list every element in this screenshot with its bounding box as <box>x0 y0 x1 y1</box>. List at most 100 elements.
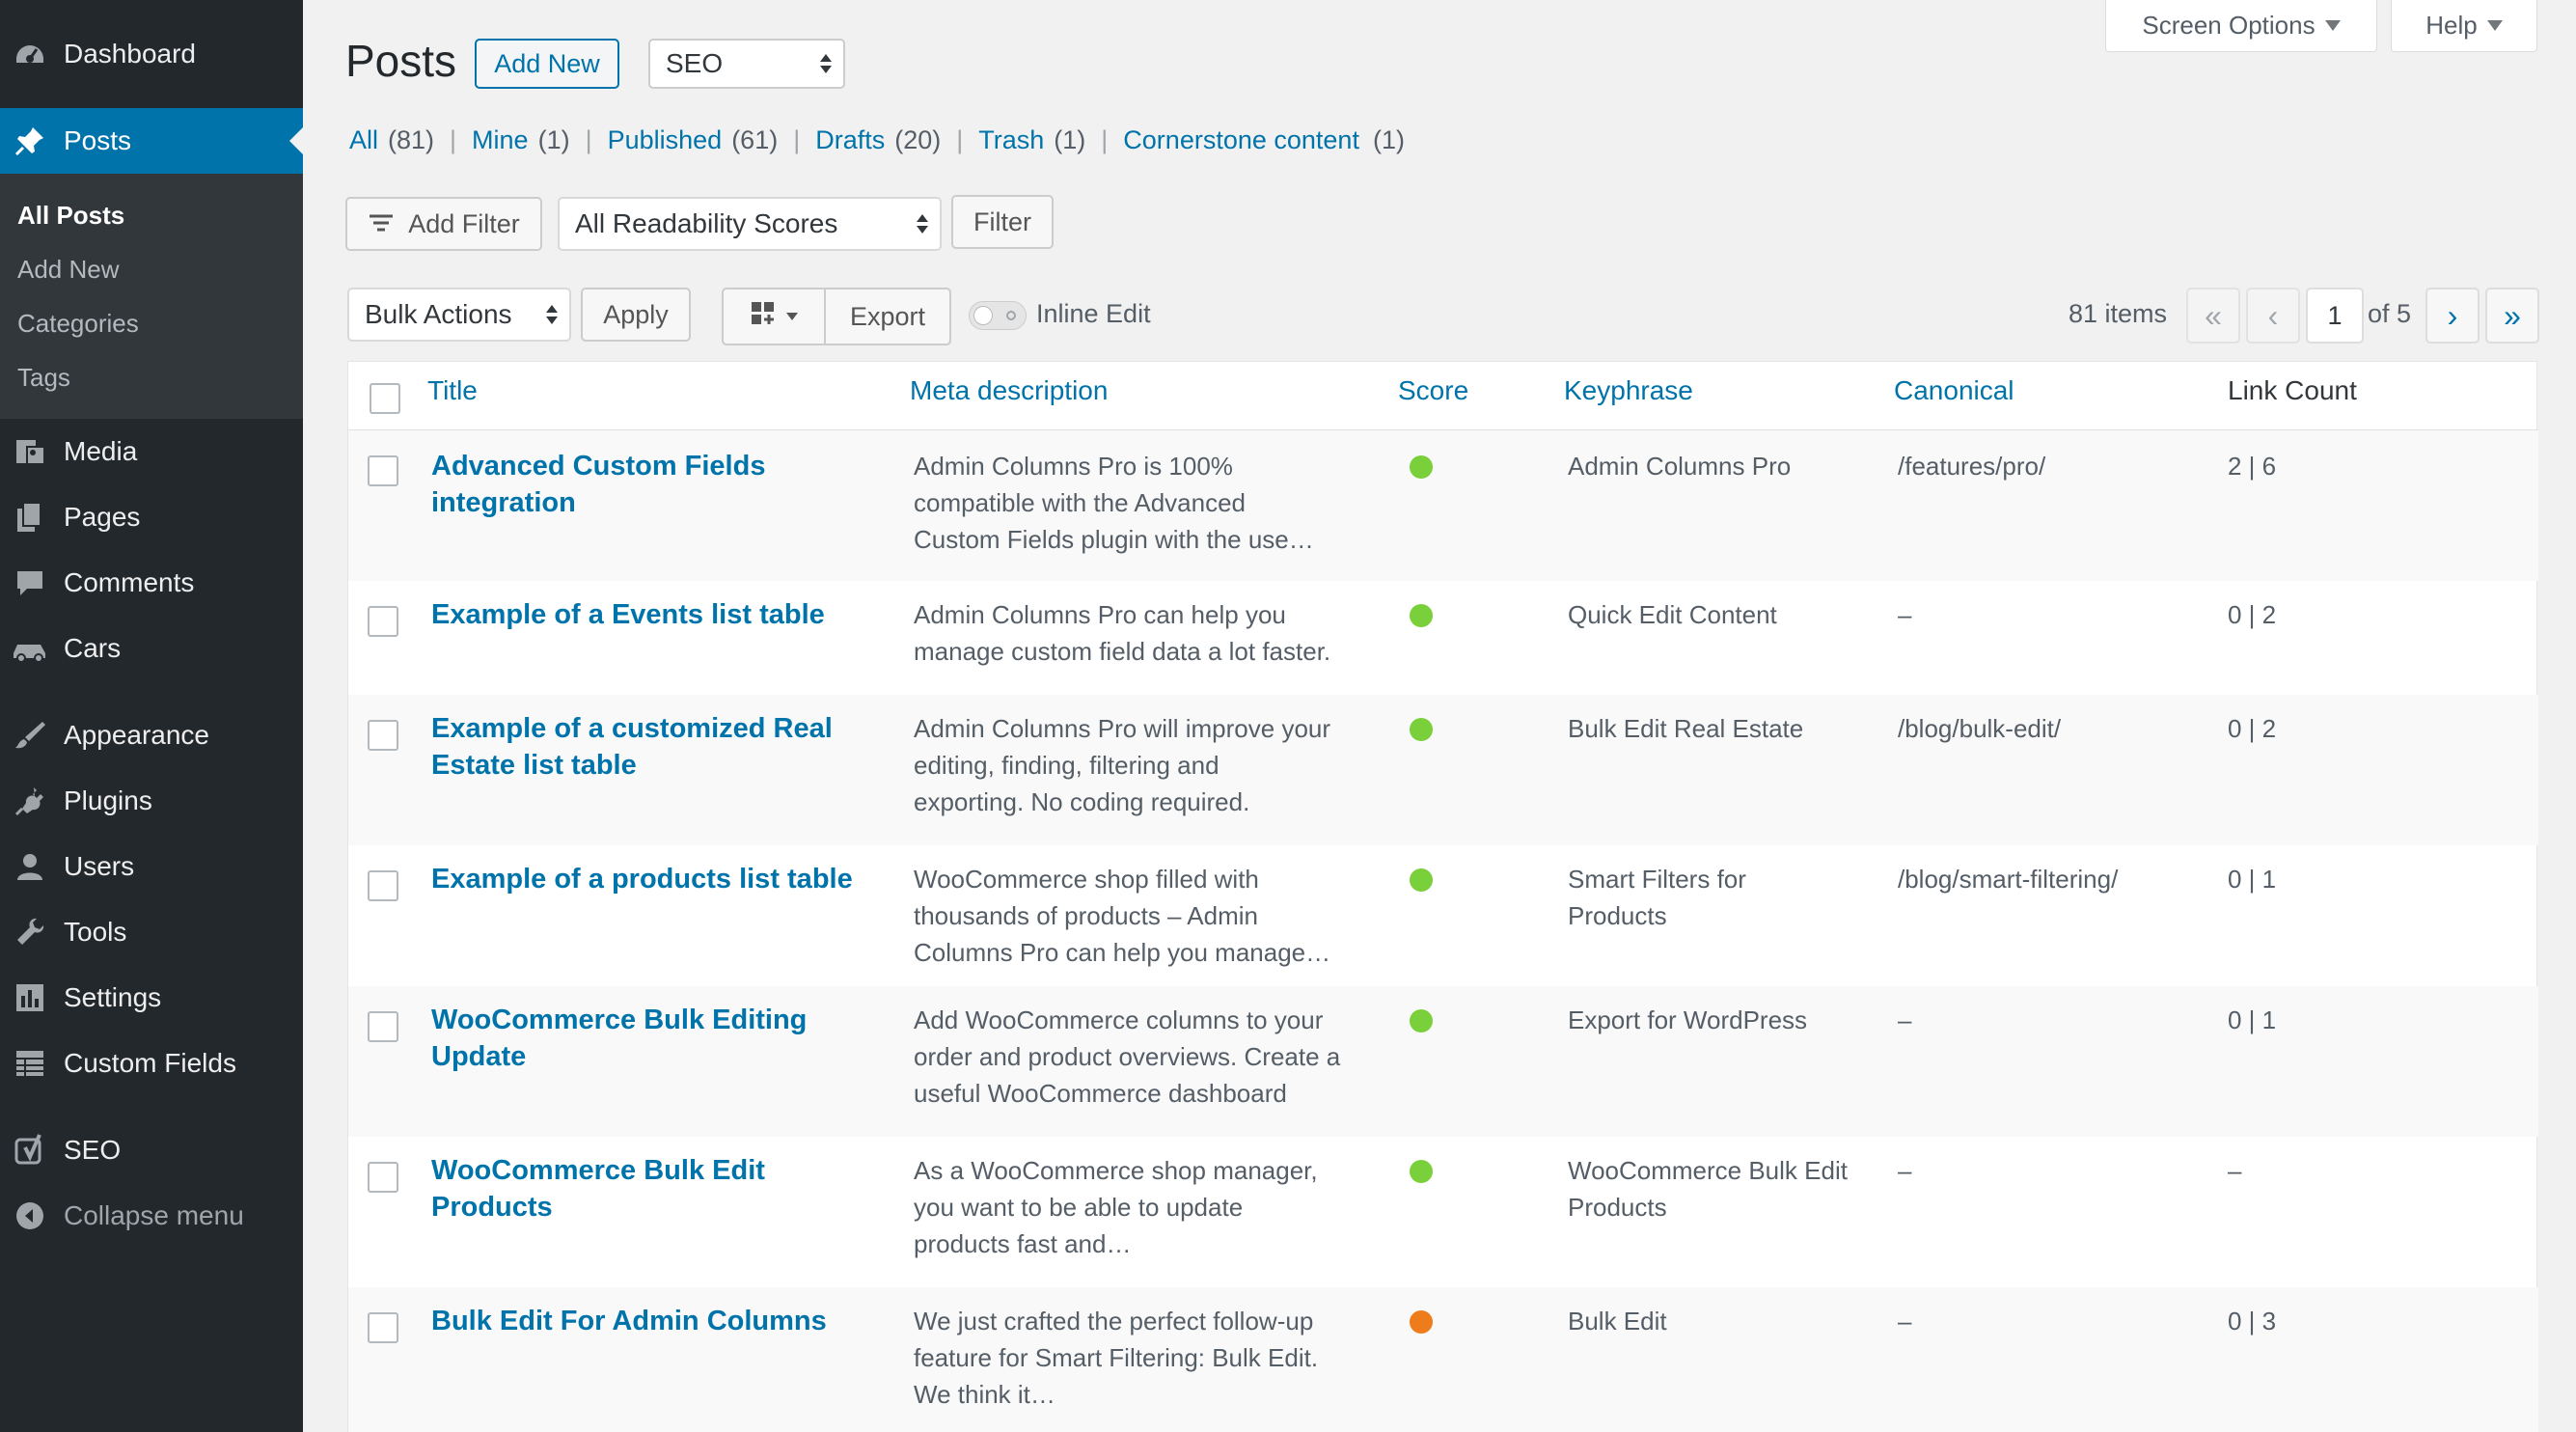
select-arrows-icon <box>820 54 832 73</box>
seo-score-good-indicator <box>1410 1160 1433 1183</box>
admin-sidebar: Dashboard Posts All Posts Add New Catego… <box>0 0 303 1432</box>
submenu-add-new[interactable]: Add New <box>17 255 120 285</box>
menu-label: Cars <box>64 633 122 663</box>
column-header-link-count: Link Count <box>2228 375 2357 405</box>
column-header-keyphrase[interactable]: Keyphrase <box>1564 375 1693 406</box>
view-drafts[interactable]: Drafts (20) <box>815 125 941 155</box>
menu-item-dashboard[interactable]: Dashboard <box>0 21 303 87</box>
view-all[interactable]: All (81) <box>349 125 434 155</box>
keyphrase: Bulk Edit Real Estate <box>1568 714 1804 743</box>
inline-edit-toggle[interactable] <box>969 301 1027 330</box>
menu-item-settings[interactable]: Settings <box>0 965 303 1031</box>
prev-page-button[interactable]: ‹ <box>2246 288 2300 344</box>
column-layout-button[interactable] <box>722 288 826 345</box>
screen-options-button[interactable]: Screen Options <box>2105 0 2377 52</box>
meta-description: As a WooCommerce shop manager, you want t… <box>914 1156 1318 1258</box>
canonical: – <box>1898 1307 1912 1336</box>
add-filter-label: Add Filter <box>408 208 520 238</box>
menu-label: SEO <box>64 1135 122 1165</box>
menu-item-seo[interactable]: SEO <box>0 1117 303 1183</box>
menu-item-plugins[interactable]: Plugins <box>0 768 303 834</box>
current-page-input[interactable]: 1 <box>2306 288 2364 344</box>
posts-submenu: All Posts Add New Categories Tags <box>0 174 303 419</box>
first-page-button[interactable]: « <box>2186 288 2240 344</box>
keyphrase: Bulk Edit <box>1568 1307 1667 1336</box>
list-screen-value: SEO <box>666 48 724 78</box>
column-header-canonical[interactable]: Canonical <box>1894 375 2014 406</box>
bulk-actions-value: Bulk Actions <box>365 299 512 329</box>
collapse-menu-button[interactable]: Collapse menu <box>0 1183 303 1249</box>
menu-item-posts[interactable]: Posts <box>0 108 303 174</box>
seo-score-good-indicator <box>1410 718 1433 741</box>
chevron-down-icon <box>2486 20 2503 31</box>
link-count: 0 | 1 <box>2228 865 2277 894</box>
readability-value: All Readability Scores <box>575 208 838 238</box>
filter-button[interactable]: Filter <box>951 195 1054 249</box>
select-all-checkbox[interactable] <box>370 383 400 414</box>
pages-icon <box>12 499 48 536</box>
next-page-button[interactable]: › <box>2425 288 2480 344</box>
link-count: 2 | 6 <box>2228 452 2277 481</box>
menu-item-comments[interactable]: Comments <box>0 550 303 616</box>
view-cornerstone[interactable]: Cornerstone content (1) <box>1123 125 1405 155</box>
view-mine[interactable]: Mine (1) <box>472 125 570 155</box>
column-header-meta-description[interactable]: Meta description <box>910 375 1108 406</box>
row-checkbox[interactable] <box>368 870 398 901</box>
menu-item-users[interactable]: Users <box>0 834 303 899</box>
page-title: Posts <box>345 36 457 86</box>
submenu-all-posts[interactable]: All Posts <box>17 201 124 231</box>
submenu-tags[interactable]: Tags <box>17 363 70 393</box>
last-page-button[interactable]: » <box>2485 288 2539 344</box>
seo-score-ok-indicator <box>1410 1310 1433 1334</box>
row-checkbox[interactable] <box>368 720 398 751</box>
table-row: Example of a products list table WooComm… <box>348 845 2538 986</box>
list-screen-select[interactable]: SEO <box>648 39 845 89</box>
filter-icon <box>368 209 395 239</box>
help-label: Help <box>2425 11 2478 40</box>
row-checkbox[interactable] <box>368 1011 398 1042</box>
select-arrows-icon <box>917 214 928 234</box>
post-title-link[interactable]: Example of a customized Real Estate list … <box>431 710 833 784</box>
menu-item-custom-fields[interactable]: Custom Fields <box>0 1031 303 1096</box>
row-checkbox[interactable] <box>368 1312 398 1343</box>
inline-edit-label: Inline Edit <box>1036 299 1151 328</box>
menu-item-media[interactable]: Media <box>0 419 303 484</box>
link-count: 0 | 1 <box>2228 1005 2277 1034</box>
table-icon <box>12 1045 48 1082</box>
post-title-link[interactable]: Example of a Events list table <box>431 596 825 633</box>
table-row: Advanced Custom Fields integration Admin … <box>348 430 2538 581</box>
bulk-actions-select[interactable]: Bulk Actions <box>347 288 571 342</box>
menu-item-appearance[interactable]: Appearance <box>0 702 303 768</box>
menu-item-tools[interactable]: Tools <box>0 899 303 965</box>
readability-select[interactable]: All Readability Scores <box>558 197 942 251</box>
add-new-button[interactable]: Add New <box>475 39 619 89</box>
canonical: /features/pro/ <box>1898 452 2046 481</box>
post-title-link[interactable]: WooCommerce Bulk Editing Update <box>431 1002 807 1075</box>
row-checkbox[interactable] <box>368 1162 398 1193</box>
post-title-link[interactable]: Advanced Custom Fields integration <box>431 448 765 521</box>
add-filter-button[interactable]: Add Filter <box>345 197 542 251</box>
post-title-link[interactable]: Example of a products list table <box>431 861 853 897</box>
keyphrase: WooCommerce Bulk Edit Products <box>1568 1156 1848 1222</box>
column-header-title[interactable]: Title <box>427 375 478 406</box>
menu-label: Comments <box>64 567 195 597</box>
help-button[interactable]: Help <box>2391 0 2537 52</box>
submenu-categories[interactable]: Categories <box>17 309 139 339</box>
meta-description: We just crafted the perfect follow-up fea… <box>914 1307 1319 1409</box>
keyphrase: Smart Filters for Products <box>1568 865 1746 930</box>
post-title-link[interactable]: Bulk Edit For Admin Columns <box>431 1303 827 1339</box>
apply-button[interactable]: Apply <box>581 288 691 342</box>
menu-label: Pages <box>64 502 141 532</box>
row-checkbox[interactable] <box>368 606 398 637</box>
view-trash[interactable]: Trash (1) <box>978 125 1085 155</box>
dashboard-icon <box>12 36 48 72</box>
menu-item-pages[interactable]: Pages <box>0 484 303 550</box>
menu-item-cars[interactable]: Cars <box>0 616 303 681</box>
export-button[interactable]: Export <box>824 288 951 345</box>
view-published[interactable]: Published (61) <box>608 125 779 155</box>
column-header-score[interactable]: Score <box>1398 375 1468 406</box>
row-checkbox[interactable] <box>368 455 398 486</box>
menu-label: Users <box>64 851 135 881</box>
menu-label: Appearance <box>64 720 210 750</box>
post-title-link[interactable]: WooCommerce Bulk Edit Products <box>431 1152 765 1225</box>
